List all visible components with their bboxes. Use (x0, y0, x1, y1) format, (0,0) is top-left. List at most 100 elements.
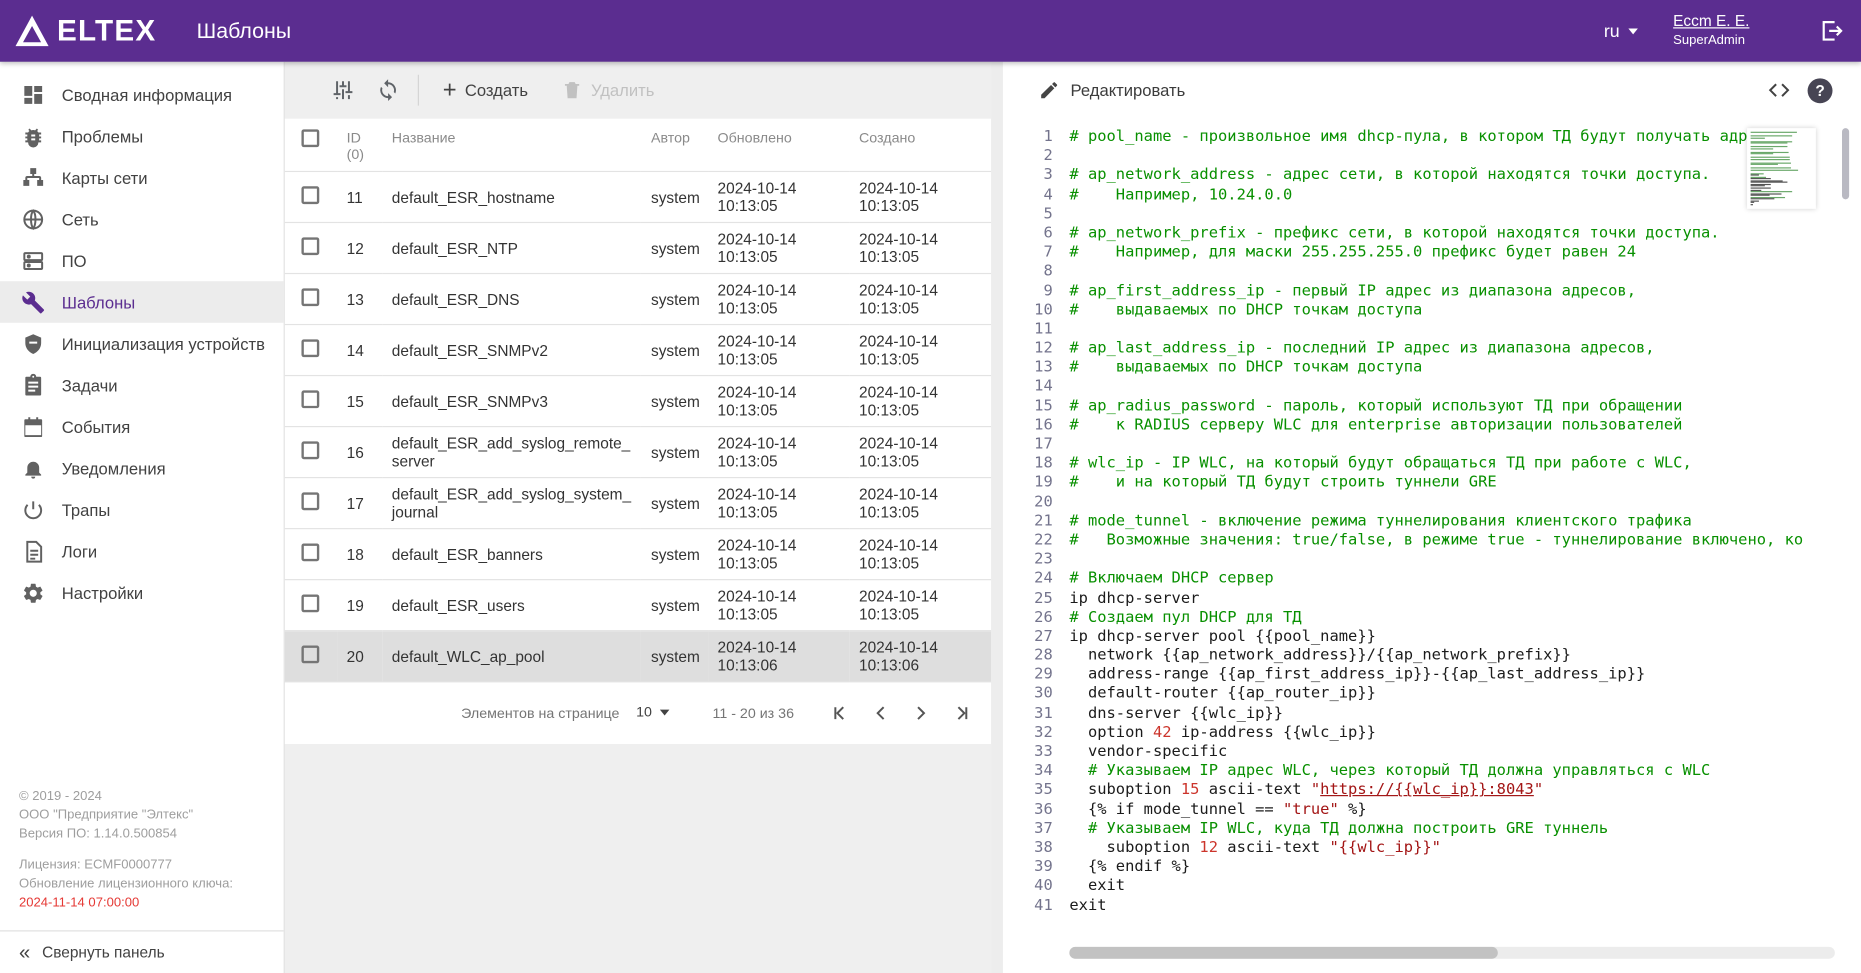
create-button[interactable]: + Создать (443, 78, 528, 102)
template-row[interactable]: 16default_ESR_add_syslog_remote_serversy… (285, 427, 991, 478)
select-all-checkbox[interactable] (301, 129, 319, 147)
row-checkbox[interactable] (301, 492, 319, 510)
sidebar-item-events[interactable]: События (0, 406, 284, 448)
line-number: 7 (1003, 243, 1053, 262)
row-checkbox[interactable] (301, 390, 319, 408)
line-number: 25 (1003, 589, 1053, 608)
row-name: default_WLC_ap_pool (382, 631, 641, 682)
sidebar-item-software[interactable]: ПО (0, 240, 284, 282)
last-page-button[interactable] (941, 693, 981, 733)
template-row[interactable]: 14default_ESR_SNMPv2system2024-10-14 10:… (285, 325, 991, 376)
sidebar-item-problems[interactable]: Проблемы (0, 115, 284, 157)
line-number: 29 (1003, 666, 1053, 685)
code-line (1069, 378, 1861, 397)
logout-button[interactable] (1818, 18, 1844, 44)
template-row[interactable]: 19default_ESR_userssystem2024-10-14 10:1… (285, 580, 991, 631)
language-value: ru (1604, 21, 1620, 41)
per-page-select[interactable]: 10 (636, 704, 670, 723)
row-updated: 2024-10-14 10:13:05 (708, 580, 849, 631)
row-checkbox[interactable] (301, 441, 319, 459)
row-checkbox[interactable] (301, 237, 319, 255)
sidebar-item-device-init[interactable]: Инициализация устройств (0, 323, 284, 365)
line-number: 5 (1003, 205, 1053, 224)
refresh-button[interactable] (366, 68, 411, 113)
row-id: 18 (337, 529, 382, 580)
sidebar-item-traps[interactable]: Трапы (0, 489, 284, 531)
row-id: 11 (337, 171, 382, 222)
code-line: exit (1069, 877, 1861, 896)
line-number: 22 (1003, 532, 1053, 551)
code-line: # Указываем IP адрес WLC, через который … (1069, 762, 1861, 781)
chevron-down-icon (1628, 28, 1637, 34)
row-checkbox[interactable] (301, 646, 319, 664)
help-icon[interactable]: ? (1808, 78, 1833, 103)
next-page-button[interactable] (901, 693, 941, 733)
row-name: default_ESR_SNMPv3 (382, 376, 641, 427)
code-line: # выдаваемых по DHCP точкам доступа (1069, 359, 1861, 378)
template-row[interactable]: 15default_ESR_SNMPv3system2024-10-14 10:… (285, 376, 991, 427)
template-editor-panel: Редактировать ? 123456789101112131415161… (1003, 62, 1861, 973)
code-line: # Включаем DHCP сервер (1069, 570, 1861, 589)
license: Лицензия: ECMF0000777 (19, 857, 265, 876)
row-updated: 2024-10-14 10:13:05 (708, 529, 849, 580)
row-name: default_ESR_banners (382, 529, 641, 580)
horizontal-scrollbar-thumb[interactable] (1069, 947, 1498, 959)
row-id: 16 (337, 427, 382, 478)
filter-button[interactable] (320, 68, 365, 113)
row-created: 2024-10-14 10:13:05 (850, 171, 992, 222)
row-checkbox[interactable] (301, 594, 319, 612)
row-checkbox[interactable] (301, 186, 319, 204)
code-line: # выдаваемых по DHCP точкам доступа (1069, 301, 1861, 320)
code-line (1069, 205, 1861, 224)
minimap[interactable] (1747, 128, 1816, 209)
template-row[interactable]: 13default_ESR_DNSsystem2024-10-14 10:13:… (285, 274, 991, 325)
code-editor[interactable]: 1234567891011121314151617181920212223242… (1003, 119, 1861, 973)
delete-button[interactable]: Удалить (561, 80, 654, 101)
sidebar-item-logs[interactable]: Логи (0, 530, 284, 572)
sidebar-item-settings[interactable]: Настройки (0, 572, 284, 614)
sidebar-item-summary[interactable]: Сводная информация (0, 74, 284, 116)
app-window: ELTEX Шаблоны ru Eccm E. E. SuperAdmin С… (0, 0, 1861, 973)
row-id: 20 (337, 631, 382, 682)
app-header: ELTEX Шаблоны ru Eccm E. E. SuperAdmin (0, 0, 1861, 62)
template-row[interactable]: 20default_WLC_ap_poolsystem2024-10-14 10… (285, 631, 991, 682)
template-row[interactable]: 17default_ESR_add_syslog_system_journals… (285, 478, 991, 529)
code-line: # pool_name - произвольное имя dhcp-пула… (1069, 128, 1861, 147)
prev-page-button[interactable] (860, 693, 900, 733)
row-checkbox[interactable] (301, 543, 319, 561)
toolbar-divider (418, 75, 419, 106)
sidebar-item-label: Уведомления (62, 459, 166, 478)
prev-page-icon (869, 701, 893, 725)
edit-button[interactable]: Редактировать (1039, 80, 1186, 101)
line-number: 2 (1003, 147, 1053, 166)
collapse-panel-button[interactable]: « Свернуть панель (0, 930, 284, 973)
horizontal-scrollbar[interactable] (1069, 947, 1835, 959)
code-line: vendor-specific (1069, 743, 1861, 762)
template-row[interactable]: 11default_ESR_hostnamesystem2024-10-14 1… (285, 171, 991, 222)
sidebar-item-network-maps[interactable]: Карты сети (0, 157, 284, 199)
language-selector[interactable]: ru (1604, 21, 1638, 41)
per-page-label: Элементов на странице (461, 705, 619, 722)
sidebar-item-tasks[interactable]: Задачи (0, 364, 284, 406)
template-row[interactable]: 12default_ESR_NTPsystem2024-10-14 10:13:… (285, 222, 991, 273)
sidebar-item-templates[interactable]: Шаблоны (0, 281, 284, 323)
code-line: # wlc_ip - IP WLC, на который будут обра… (1069, 455, 1861, 474)
row-checkbox[interactable] (301, 288, 319, 306)
first-page-button[interactable] (820, 693, 860, 733)
code-view-button[interactable] (1760, 71, 1798, 109)
row-updated: 2024-10-14 10:13:05 (708, 222, 849, 273)
line-number: 39 (1003, 858, 1053, 877)
row-checkbox[interactable] (301, 339, 319, 357)
line-number: 41 (1003, 896, 1053, 915)
line-number: 9 (1003, 282, 1053, 301)
line-number: 36 (1003, 800, 1053, 819)
line-number: 28 (1003, 647, 1053, 666)
eltex-logo[interactable]: ELTEX (0, 13, 156, 49)
sidebar-item-network[interactable]: Сеть (0, 198, 284, 240)
template-row[interactable]: 18default_ESR_bannerssystem2024-10-14 10… (285, 529, 991, 580)
vertical-scrollbar-thumb[interactable] (1842, 128, 1849, 199)
user-menu[interactable]: Eccm E. E. SuperAdmin (1673, 12, 1749, 49)
sidebar-item-notifications[interactable]: Уведомления (0, 447, 284, 489)
bell-icon (21, 456, 45, 480)
table-header-row: ID (0) Название Автор Обновлено Создано (285, 119, 991, 172)
